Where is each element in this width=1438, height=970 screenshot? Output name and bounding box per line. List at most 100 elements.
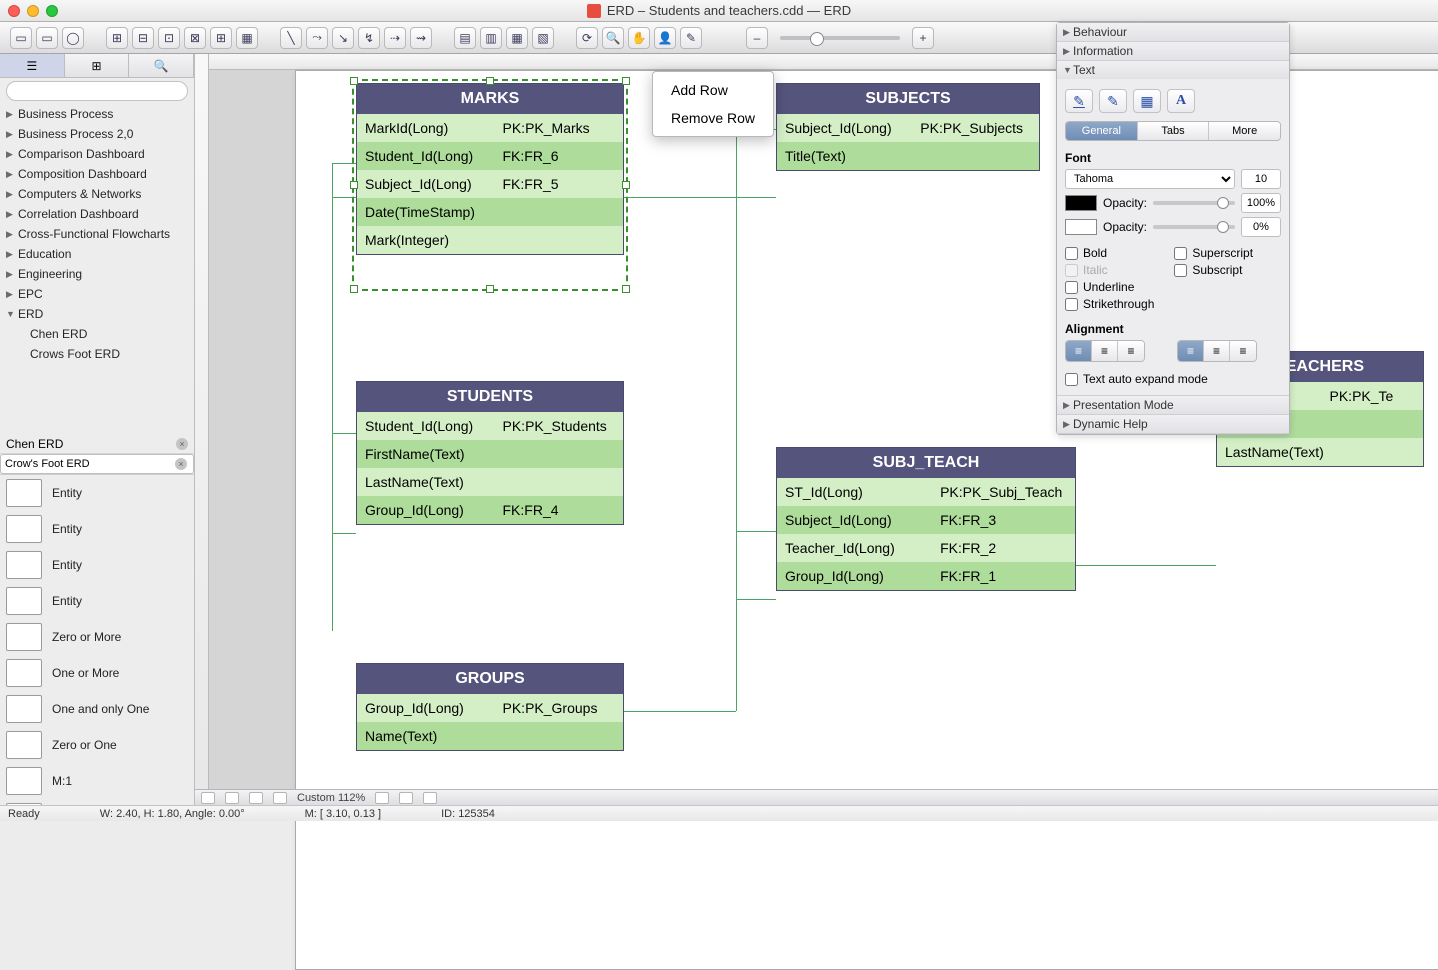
tool-layout-5[interactable]: ⊞	[210, 27, 232, 49]
page-nav-first[interactable]	[201, 792, 215, 804]
inspector-section-behaviour[interactable]: ▶Behaviour	[1057, 23, 1289, 41]
tree-item[interactable]: ▶Comparison Dashboard	[0, 144, 194, 164]
library-tree[interactable]: ▶Business Process▶Business Process 2,0▶C…	[0, 104, 194, 434]
fg-opacity-slider[interactable]	[1153, 201, 1235, 205]
align-center-button[interactable]: ≡	[1092, 341, 1118, 361]
tree-subitem[interactable]: Crows Foot ERD	[0, 344, 194, 364]
table-row[interactable]: Mark(Integer)	[357, 226, 623, 254]
table-row[interactable]: Group_Id(Long)FK:FR_4	[357, 496, 623, 524]
text-highlight-icon[interactable]: ✎	[1099, 89, 1127, 113]
table-row[interactable]: Group_Id(Long)FK:FR_1	[777, 562, 1075, 590]
tool-people[interactable]: 👤	[654, 27, 676, 49]
bg-opacity-slider[interactable]	[1153, 225, 1235, 229]
tree-item[interactable]: ▶Business Process	[0, 104, 194, 124]
tool-snap[interactable]: ▦	[236, 27, 258, 49]
inspector-tab-general[interactable]: General	[1066, 122, 1138, 140]
tool-arrange-4[interactable]: ▧	[532, 27, 554, 49]
tool-layout-2[interactable]: ⊟	[132, 27, 154, 49]
valign-mid-button[interactable]: ≡	[1204, 341, 1230, 361]
tree-item[interactable]: ▶EPC	[0, 284, 194, 304]
tool-arrange-3[interactable]: ▦	[506, 27, 528, 49]
inspector-section-dynamic-help[interactable]: ▶Dynamic Help	[1057, 415, 1289, 433]
close-icon[interactable]: ×	[176, 438, 188, 450]
close-icon[interactable]: ×	[175, 458, 187, 470]
tool-layout-1[interactable]: ⊞	[106, 27, 128, 49]
bg-opacity-input[interactable]	[1241, 217, 1281, 237]
inspector-section-information[interactable]: ▶Information	[1057, 42, 1289, 60]
erd-table-groups[interactable]: GROUPSGroup_Id(Long)PK:PK_GroupsName(Tex…	[356, 663, 624, 751]
font-size-input[interactable]	[1241, 169, 1281, 189]
table-row[interactable]: Group_Id(Long)PK:PK_Groups	[357, 694, 623, 722]
table-row[interactable]: Date(TimeStamp)	[357, 198, 623, 226]
inspector-section-presentation[interactable]: ▶Presentation Mode	[1057, 396, 1289, 414]
context-menu-remove-row[interactable]: Remove Row	[653, 104, 773, 132]
tool-rect[interactable]: ▭	[36, 27, 58, 49]
tree-item[interactable]: ▶Education	[0, 244, 194, 264]
stencil-list[interactable]: EntityEntityEntityEntityZero or MoreOne …	[0, 474, 194, 805]
italic-checkbox[interactable]: Italic	[1065, 263, 1154, 277]
text-underline-icon[interactable]: ✎	[1065, 89, 1093, 113]
valign-bot-button[interactable]: ≡	[1230, 341, 1256, 361]
stencil-item[interactable]: Zero or One	[0, 727, 194, 763]
tree-item[interactable]: ▶Computers & Networks	[0, 184, 194, 204]
table-row[interactable]: FirstName(Text)	[357, 440, 623, 468]
tool-line-5[interactable]: ⇢	[384, 27, 406, 49]
tool-line-6[interactable]: ⇝	[410, 27, 432, 49]
strike-checkbox[interactable]: Strikethrough	[1065, 297, 1154, 311]
library-search-input[interactable]	[6, 81, 188, 101]
align-right-button[interactable]: ≡	[1118, 341, 1144, 361]
table-row[interactable]: Subject_Id(Long)FK:FR_5	[357, 170, 623, 198]
tool-refresh[interactable]: ⟳	[576, 27, 598, 49]
tree-item[interactable]: ▶Correlation Dashboard	[0, 204, 194, 224]
stencil-item[interactable]: Entity	[0, 511, 194, 547]
table-row[interactable]: Student_Id(Long)PK:PK_Students	[357, 412, 623, 440]
tool-hand[interactable]: ✋	[628, 27, 650, 49]
tree-item[interactable]: ▶Business Process 2,0	[0, 124, 194, 144]
fg-opacity-input[interactable]	[1241, 193, 1281, 213]
erd-table-subjects[interactable]: SUBJECTSSubject_Id(Long)PK:PK_SubjectsTi…	[776, 83, 1040, 171]
tool-zoom[interactable]: 🔍	[602, 27, 624, 49]
underline-checkbox[interactable]: Underline	[1065, 280, 1154, 294]
font-family-select[interactable]: Tahoma	[1065, 169, 1235, 189]
tool-layout-4[interactable]: ⊠	[184, 27, 206, 49]
zoom-in-button[interactable]: +	[912, 27, 934, 49]
erd-table-subj-teach[interactable]: SUBJ_TEACHST_Id(Long)PK:PK_Subj_TeachSub…	[776, 447, 1076, 591]
tree-item[interactable]: ▶Engineering	[0, 264, 194, 284]
tool-arrange-2[interactable]: ▥	[480, 27, 502, 49]
table-row[interactable]: Name(Text)	[357, 722, 623, 750]
stencil-item[interactable]: Entity	[0, 583, 194, 619]
tool-line-4[interactable]: ↯	[358, 27, 380, 49]
table-row[interactable]: ST_Id(Long)PK:PK_Subj_Teach	[777, 478, 1075, 506]
zoom-out-button[interactable]: –	[746, 27, 768, 49]
tool-line-2[interactable]: ⤳	[306, 27, 328, 49]
foreground-swatch[interactable]	[1065, 195, 1097, 211]
tree-item[interactable]: ▶Composition Dashboard	[0, 164, 194, 184]
library-tab-grid[interactable]: ⊞	[65, 54, 130, 77]
stencil-item[interactable]: M:1	[0, 763, 194, 799]
tree-item[interactable]: ▼ERD	[0, 304, 194, 324]
table-row[interactable]: Teacher_Id(Long)FK:FR_2	[777, 534, 1075, 562]
table-row[interactable]: LastName(Text)	[1217, 438, 1423, 466]
tool-arrange-1[interactable]: ▤	[454, 27, 476, 49]
text-fill-icon[interactable]: ▦	[1133, 89, 1161, 113]
inspector-panel[interactable]: ▶Behaviour ▶Information ▼Text ✎ ✎ ▦ A Ge…	[1056, 22, 1290, 435]
text-color-icon[interactable]: A	[1167, 89, 1195, 113]
stencil-item[interactable]: One and only One	[0, 691, 194, 727]
stencil-item[interactable]: Entity	[0, 547, 194, 583]
table-row[interactable]: Student_Id(Long)FK:FR_6	[357, 142, 623, 170]
table-row[interactable]: Subject_Id(Long)FK:FR_3	[777, 506, 1075, 534]
table-row[interactable]: Title(Text)	[777, 142, 1039, 170]
background-swatch[interactable]	[1065, 219, 1097, 235]
tool-line-3[interactable]: ↘	[332, 27, 354, 49]
tree-item[interactable]: ▶Cross-Functional Flowcharts	[0, 224, 194, 244]
context-menu-add-row[interactable]: Add Row	[653, 76, 773, 104]
erd-table-marks[interactable]: MARKSMarkId(Long)PK:PK_MarksStudent_Id(L…	[356, 83, 624, 255]
inspector-tab-tabs[interactable]: Tabs	[1138, 122, 1210, 140]
tool-line-1[interactable]: ╲	[280, 27, 302, 49]
tool-brush[interactable]: ✎	[680, 27, 702, 49]
stencil-tab[interactable]: Crow's Foot ERD×	[0, 454, 194, 474]
page-layers-2[interactable]	[399, 792, 413, 804]
close-window-button[interactable]	[8, 5, 20, 17]
stencil-item[interactable]: Zero or More	[0, 619, 194, 655]
page-nav-last[interactable]	[273, 792, 287, 804]
